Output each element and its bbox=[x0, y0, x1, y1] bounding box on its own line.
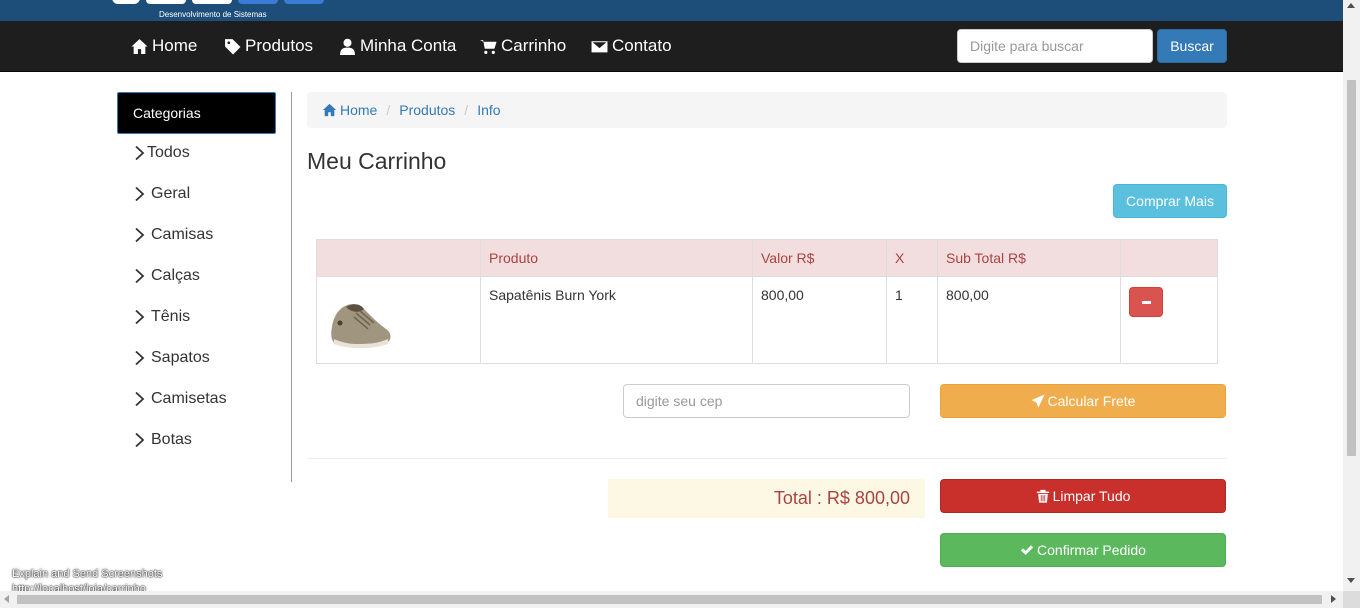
calculate-shipping-label: Calcular Frete bbox=[1047, 393, 1136, 409]
divider bbox=[307, 458, 1227, 459]
total-value: R$ 800,00 bbox=[826, 488, 910, 508]
chevron-right-icon bbox=[135, 309, 145, 325]
category-label: Botas bbox=[151, 431, 192, 448]
category-label: Calças bbox=[151, 267, 200, 284]
column-header-qty: X bbox=[886, 239, 938, 277]
chevron-right-icon bbox=[135, 227, 145, 243]
scroll-down-arrow-icon[interactable] bbox=[1347, 578, 1355, 583]
column-header-valor: Valor R$ bbox=[752, 239, 887, 277]
page-title: Meu Carrinho bbox=[307, 148, 447, 174]
column-header-actions bbox=[1120, 239, 1218, 277]
product-qty: 1 bbox=[886, 276, 938, 364]
product-name: Sapatênis Burn York bbox=[480, 276, 753, 364]
scrollbar-corner bbox=[1343, 591, 1360, 608]
nav-contato-label: Contato bbox=[612, 36, 672, 55]
nav-minha-conta-label: Minha Conta bbox=[360, 36, 457, 55]
product-image-cell bbox=[316, 276, 481, 364]
table-header-row: Produto Valor R$ X Sub Total R$ bbox=[316, 239, 1218, 277]
category-label: Geral bbox=[151, 185, 191, 202]
home-icon bbox=[131, 38, 148, 54]
category-label: Camisas bbox=[151, 226, 214, 243]
chevron-right-icon bbox=[135, 350, 145, 366]
nav-produtos[interactable]: Produtos bbox=[224, 35, 313, 57]
nav-home[interactable]: Home bbox=[131, 35, 197, 57]
logo-subtitle: Desenvolvimento de Sistemas bbox=[159, 10, 267, 19]
search-input[interactable] bbox=[957, 29, 1153, 63]
paper-plane-icon bbox=[1030, 394, 1045, 408]
nav-produtos-label: Produtos bbox=[245, 36, 314, 55]
category-item-calcas[interactable]: Calças bbox=[134, 265, 200, 287]
category-item-camisetas[interactable]: Camisetas bbox=[134, 388, 227, 410]
tag-icon bbox=[225, 38, 241, 54]
nav-minha-conta[interactable]: Minha Conta bbox=[339, 35, 456, 57]
overlay-tool-label: Explain and Send Screenshots bbox=[12, 568, 163, 580]
horizontal-scroll-thumb[interactable] bbox=[17, 595, 1322, 604]
column-header-image bbox=[316, 239, 481, 277]
category-label: Todos bbox=[147, 144, 190, 161]
table-row: Sapatênis Burn York 800,00 1 800,00 bbox=[316, 276, 1218, 364]
total-box: Total : R$ 800,00 bbox=[608, 479, 925, 518]
minus-icon bbox=[1141, 300, 1151, 304]
vertical-scrollbar[interactable] bbox=[1343, 0, 1360, 591]
logo bbox=[112, 0, 324, 4]
category-label: Camisetas bbox=[151, 390, 227, 407]
chevron-right-icon bbox=[135, 186, 145, 202]
navbar: Home Produtos Minha Conta Carrinho Conta… bbox=[0, 21, 1343, 72]
category-item-sapatos[interactable]: Sapatos bbox=[134, 347, 210, 369]
confirm-order-button[interactable]: Confirmar Pedido bbox=[940, 533, 1226, 567]
clear-cart-button[interactable]: Limpar Tudo bbox=[940, 479, 1226, 513]
nav-contato[interactable]: Contato bbox=[591, 35, 672, 57]
cart-icon bbox=[480, 39, 497, 54]
vertical-scroll-thumb[interactable] bbox=[1347, 80, 1356, 456]
nav-carrinho-label: Carrinho bbox=[501, 36, 567, 55]
column-header-subtotal: Sub Total R$ bbox=[937, 239, 1121, 277]
breadcrumb-info[interactable]: Info bbox=[477, 102, 500, 118]
breadcrumb-home-label: Home bbox=[340, 102, 378, 118]
chevron-right-icon bbox=[135, 391, 145, 407]
product-image bbox=[331, 304, 391, 349]
nav-home-label: Home bbox=[152, 36, 198, 55]
product-price: 800,00 bbox=[752, 276, 887, 364]
user-icon bbox=[340, 38, 355, 55]
cep-input[interactable] bbox=[623, 384, 910, 418]
column-header-produto: Produto bbox=[480, 239, 753, 277]
scroll-up-arrow-icon[interactable] bbox=[1347, 3, 1355, 8]
breadcrumb-separator: / bbox=[464, 102, 469, 118]
check-icon bbox=[1020, 545, 1034, 555]
product-subtotal: 800,00 bbox=[937, 276, 1121, 364]
home-icon bbox=[322, 103, 337, 117]
clear-cart-label: Limpar Tudo bbox=[1052, 488, 1131, 504]
category-item-todos[interactable]: Todos bbox=[134, 142, 190, 164]
breadcrumb: Home / Produtos / Info bbox=[307, 92, 1227, 128]
category-item-camisas[interactable]: Camisas bbox=[134, 224, 213, 246]
categories-header: Categorias bbox=[117, 92, 276, 134]
category-item-botas[interactable]: Botas bbox=[134, 429, 192, 451]
chevron-right-icon bbox=[135, 145, 145, 161]
horizontal-scrollbar[interactable] bbox=[0, 591, 1343, 608]
calculate-shipping-button[interactable]: Calcular Frete bbox=[940, 384, 1226, 418]
total-label: Total : bbox=[773, 488, 822, 508]
scroll-right-arrow-icon[interactable] bbox=[1331, 595, 1336, 603]
remove-item-button[interactable] bbox=[1129, 287, 1163, 317]
chevron-right-icon bbox=[135, 432, 145, 448]
breadcrumb-produtos[interactable]: Produtos bbox=[399, 102, 455, 118]
scroll-left-arrow-icon[interactable] bbox=[4, 595, 9, 603]
product-actions-cell bbox=[1120, 276, 1218, 364]
brand-strip: Desenvolvimento de Sistemas bbox=[0, 0, 1343, 21]
category-item-tenis[interactable]: Tênis bbox=[134, 306, 190, 328]
category-label: Tênis bbox=[151, 308, 191, 325]
cart-table: Produto Valor R$ X Sub Total R$ Sapatêni… bbox=[316, 239, 1218, 364]
buy-more-button[interactable]: Comprar Mais bbox=[1113, 184, 1227, 218]
category-item-geral[interactable]: Geral bbox=[134, 183, 190, 205]
search-button[interactable]: Buscar bbox=[1157, 29, 1227, 63]
chevron-right-icon bbox=[135, 268, 145, 284]
breadcrumb-home[interactable]: Home bbox=[322, 102, 377, 118]
envelope-icon bbox=[591, 40, 608, 52]
trash-icon bbox=[1036, 489, 1049, 503]
breadcrumb-separator: / bbox=[386, 102, 391, 118]
confirm-order-label: Confirmar Pedido bbox=[1037, 542, 1146, 558]
category-label: Sapatos bbox=[151, 349, 210, 366]
nav-carrinho[interactable]: Carrinho bbox=[480, 35, 566, 57]
sidebar-divider bbox=[291, 92, 292, 482]
